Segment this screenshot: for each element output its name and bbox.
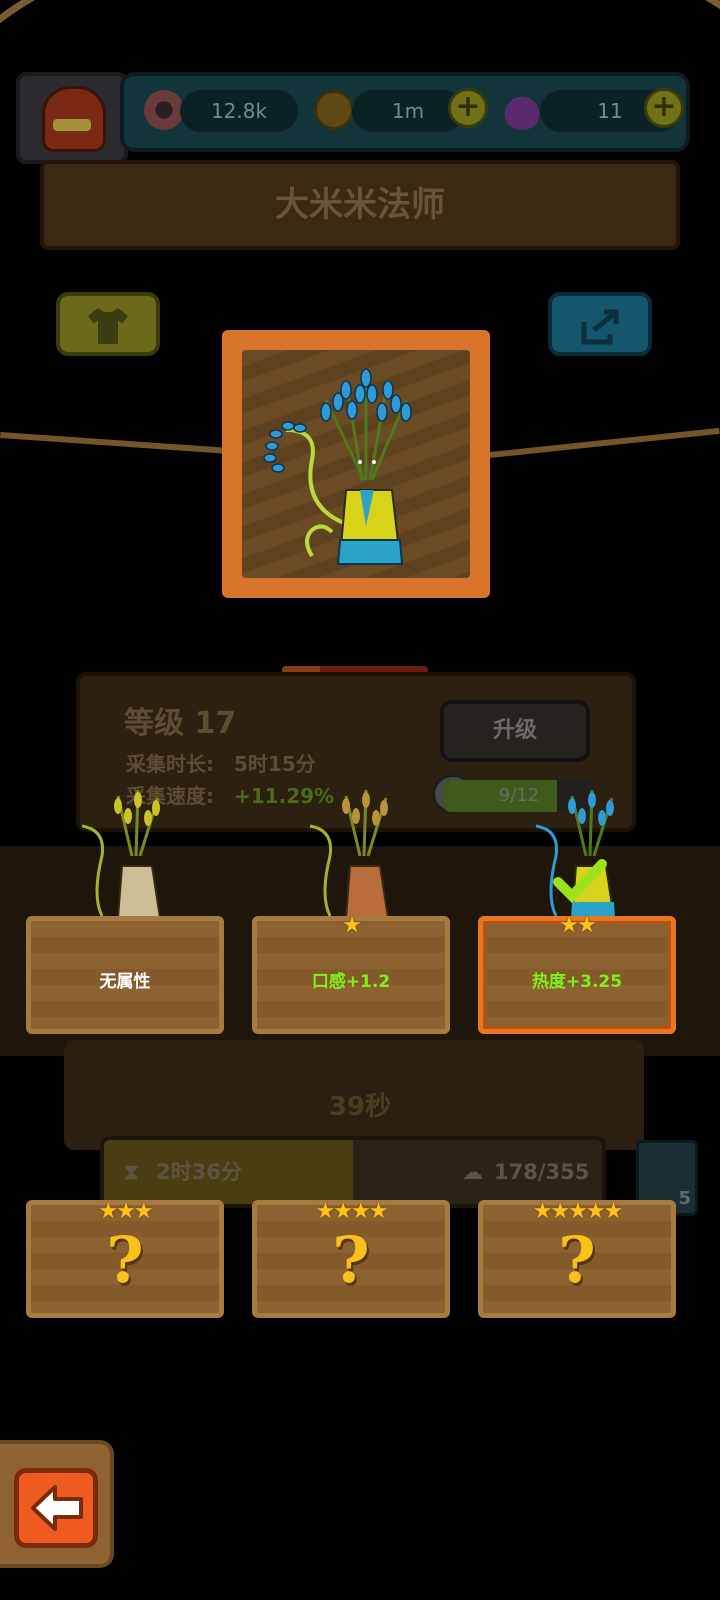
side-card-count: 5 <box>678 1188 691 1209</box>
back-button-face <box>14 1468 98 1548</box>
mystery-card-4-star[interactable]: ★★★★ ? <box>252 1199 450 1318</box>
mystery-stars-4: ★★★★ <box>315 1199 389 1224</box>
character-frame <box>222 330 490 598</box>
mystery-stars-3: ★★★ <box>98 1199 153 1224</box>
choice-label-3: 热度+3.25 <box>531 972 623 992</box>
choice-stars-3: ★★ <box>559 913 596 938</box>
mystery-card-5-star[interactable]: ★★★★★ ? <box>478 1199 676 1318</box>
taste-rice-sprite <box>309 789 390 919</box>
collect-time-value: 5时15分 <box>234 752 316 776</box>
choice-label-2: 口感+1.2 <box>311 972 391 992</box>
upgrade-button[interactable]: 升级 <box>440 700 590 762</box>
choice-card-1[interactable]: 无属性 <box>26 916 224 1034</box>
choice-card-3[interactable]: ★★ 热度+3.25 <box>478 913 676 1034</box>
choice-card-2[interactable]: ★ 口感+1.2 <box>252 913 450 1034</box>
harvest-count: 178/355 <box>494 1160 590 1184</box>
mystery-card-3-star[interactable]: ★★★ ? <box>26 1199 224 1318</box>
plain-rice-sprite <box>81 789 162 919</box>
harvest-time-left: 2时36分 <box>156 1160 242 1184</box>
mystery-stars-5: ★★★★★ <box>532 1199 624 1224</box>
question-mark-icon: ? <box>106 1223 144 1298</box>
collect-time-row: 采集时长: 5时15分 <box>126 748 316 777</box>
collect-time-label: 采集时长: <box>126 752 214 776</box>
question-mark-icon: ? <box>332 1223 370 1298</box>
arrow-left-icon <box>31 1485 83 1531</box>
choice-label-1: 无属性 <box>99 972 151 992</box>
level-label: 等级 17 <box>124 706 237 741</box>
countdown-timer: 39秒 <box>328 1092 392 1122</box>
back-button[interactable] <box>0 1440 114 1568</box>
rice-mage-character <box>263 368 412 565</box>
heat-rice-sprite <box>535 789 616 919</box>
question-mark-icon: ? <box>558 1223 596 1298</box>
harvest-progress-bar: ⧗ 2时36分 ☁ 178/355 <box>100 1136 606 1208</box>
rice-pile-icon: ☁ <box>462 1160 483 1184</box>
hourglass-icon: ⧗ <box>124 1160 139 1184</box>
choice-stars-2: ★ <box>342 913 362 938</box>
